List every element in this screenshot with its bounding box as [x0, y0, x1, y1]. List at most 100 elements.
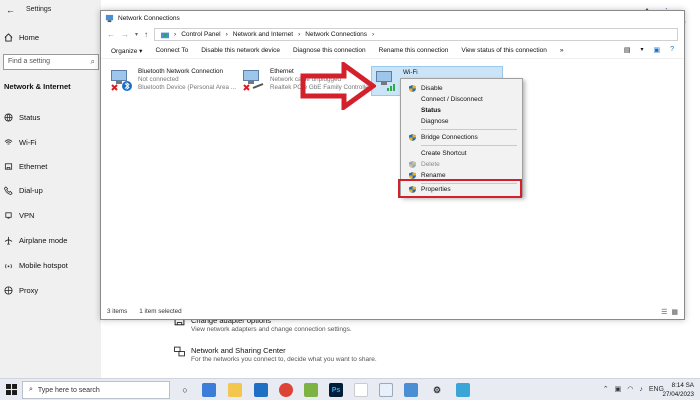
nav-mobile-hotspot[interactable]: Mobile hotspot	[4, 261, 68, 270]
shield-icon	[409, 134, 416, 141]
up-arrow-icon[interactable]: ↑	[144, 30, 148, 39]
wifi-tray-icon[interactable]: ◠	[627, 385, 633, 393]
search-icon: ⌕	[29, 386, 33, 393]
clock-date: 27/04/2023	[662, 391, 694, 398]
taskbar-app-icon[interactable]	[202, 383, 216, 397]
network-sharing-center-title: Network and Sharing Center	[191, 346, 286, 355]
breadcrumb-control-panel[interactable]: Control Panel	[181, 31, 220, 38]
settings-search-input[interactable]: Find a setting ⌕	[3, 54, 99, 70]
taskbar-app-icon[interactable]	[304, 383, 318, 397]
menu-item-disable[interactable]: Disable	[401, 83, 522, 94]
file-explorer-icon[interactable]	[228, 383, 242, 397]
network-sharing-center-desc: For the networks you connect to, decide …	[191, 356, 377, 363]
nav-proxy[interactable]: Proxy	[4, 286, 38, 295]
menu-item-delete[interactable]: Delete	[401, 159, 522, 170]
network-connections-window: Network Connections ← → ▾ ↑ › Control Pa…	[100, 10, 685, 320]
globe-icon	[4, 113, 13, 122]
nav-ethernet[interactable]: Ethernet	[4, 162, 47, 171]
menu-item-create-shortcut-label: Create Shortcut	[421, 150, 467, 157]
view-status-button[interactable]: View status of this connection	[461, 47, 547, 54]
menu-item-rename-label: Rename	[421, 172, 446, 179]
photoshop-icon[interactable]: Ps	[329, 383, 343, 397]
wifi-connection-name: Wi-Fi	[403, 69, 418, 76]
network-connections-icon	[105, 14, 114, 23]
shield-icon	[409, 85, 416, 92]
menu-item-connect-disconnect-label: Connect / Disconnect	[421, 96, 483, 103]
network-sharing-center-link[interactable]: Network and Sharing Center For the netwo…	[174, 346, 377, 363]
command-bar: Organize ▾ Connect To Disable this netwo…	[101, 43, 684, 59]
menu-item-status[interactable]: Status	[401, 105, 522, 116]
breadcrumb-separator: ›	[225, 31, 228, 38]
chrome-icon[interactable]	[279, 383, 293, 397]
wifi-adapter-icon	[376, 71, 395, 91]
back-icon[interactable]: ←	[6, 5, 15, 15]
menu-item-bridge-connections[interactable]: Bridge Connections	[401, 132, 522, 143]
menu-item-connect-disconnect[interactable]: Connect / Disconnect	[401, 94, 522, 105]
show-hidden-icons-icon[interactable]: ⌃	[603, 385, 609, 393]
taskbar-search-input[interactable]: ⌕ Type here to search	[22, 381, 170, 399]
taskbar-app-icon[interactable]	[354, 383, 368, 397]
breadcrumb-network-internet[interactable]: Network and Internet	[233, 31, 293, 38]
windows-start-icon[interactable]	[6, 384, 17, 395]
change-view-icon[interactable]: ▤	[624, 46, 631, 54]
network-connections-taskbar-icon[interactable]	[456, 383, 470, 397]
nav-status-label: Status	[19, 113, 41, 122]
nav-home[interactable]: Home	[4, 33, 39, 42]
bluetooth-connection-status: Not connected	[138, 76, 179, 83]
rename-connection-button[interactable]: Rename this connection	[379, 47, 449, 54]
settings-gear-icon[interactable]: ⚙	[430, 383, 444, 397]
address-row: ← → ▾ ↑ › Control Panel › Network and In…	[101, 26, 684, 43]
nav-wifi[interactable]: Wi-Fi	[4, 138, 37, 147]
phone-icon	[4, 186, 13, 195]
nav-status[interactable]: Status	[4, 113, 40, 122]
preview-pane-icon[interactable]: ▣	[653, 46, 660, 54]
disable-device-button[interactable]: Disable this network device	[201, 47, 280, 54]
taskbar-search-placeholder: Type here to search	[37, 386, 100, 394]
tiles-view-icon[interactable]: ▦	[671, 308, 678, 316]
menu-item-create-shortcut[interactable]: Create Shortcut	[401, 148, 522, 159]
bluetooth-adapter-icon	[111, 70, 132, 91]
nav-ethernet-label: Ethernet	[19, 162, 48, 171]
view-dropdown-icon[interactable]: ▾	[640, 46, 643, 54]
settings-sidebar: ← Settings Home Find a setting ⌕ Network…	[0, 0, 101, 378]
hotspot-icon	[5, 263, 12, 269]
more-commands-button[interactable]: »	[560, 47, 564, 54]
menu-separator	[421, 145, 517, 146]
help-icon[interactable]: ?	[670, 46, 674, 54]
breadcrumb-separator: ›	[372, 31, 375, 38]
globe-icon	[4, 286, 13, 295]
bluetooth-connection-item[interactable]: Bluetooth Network Connection Not connect…	[109, 68, 236, 92]
back-arrow-icon[interactable]: ←	[107, 30, 115, 39]
section-heading: Network & Internet	[4, 82, 71, 91]
view-controls: ▤ ▾ ▣ ?	[624, 46, 674, 54]
selected-count: 1 item selected	[139, 308, 182, 315]
menu-item-status-label: Status	[421, 107, 441, 114]
address-bar[interactable]: › Control Panel › Network and Internet ›…	[154, 28, 678, 41]
connect-to-button[interactable]: Connect To	[155, 47, 188, 54]
control-panel-icon	[161, 32, 170, 38]
volume-icon[interactable]: ♪	[639, 386, 643, 393]
menu-item-diagnose[interactable]: Diagnose	[401, 116, 522, 127]
taskbar-app-icon[interactable]	[379, 383, 393, 397]
nav-dialup[interactable]: Dial-up	[4, 186, 43, 195]
details-view-icon[interactable]: ☰	[661, 308, 667, 316]
diagnose-connection-button[interactable]: Diagnose this connection	[293, 47, 366, 54]
breadcrumb-separator: ›	[298, 31, 301, 38]
taskbar-clock[interactable]: 8:14 SA 27/04/2023	[662, 381, 694, 399]
task-view-icon[interactable]: ○	[178, 383, 192, 397]
organize-button[interactable]: Organize ▾	[111, 47, 142, 55]
menu-item-delete-label: Delete	[421, 161, 440, 168]
ethernet-adapter-icon	[243, 70, 264, 91]
nav-airplane-mode[interactable]: Airplane mode	[4, 236, 67, 245]
nav-vpn[interactable]: VPN	[4, 211, 34, 220]
window-title: Network Connections	[118, 15, 180, 22]
menu-item-disable-label: Disable	[421, 85, 443, 92]
recent-dropdown-icon[interactable]: ▾	[135, 31, 138, 38]
taskbar-app-icon[interactable]	[404, 383, 418, 397]
tray-app-icon[interactable]: ▣	[615, 385, 622, 393]
item-count: 3 items	[107, 308, 128, 315]
breadcrumb-network-connections[interactable]: Network Connections	[305, 31, 367, 38]
forward-arrow-icon[interactable]: →	[121, 30, 129, 39]
shield-icon	[409, 161, 416, 168]
edge-browser-icon[interactable]	[254, 383, 268, 397]
